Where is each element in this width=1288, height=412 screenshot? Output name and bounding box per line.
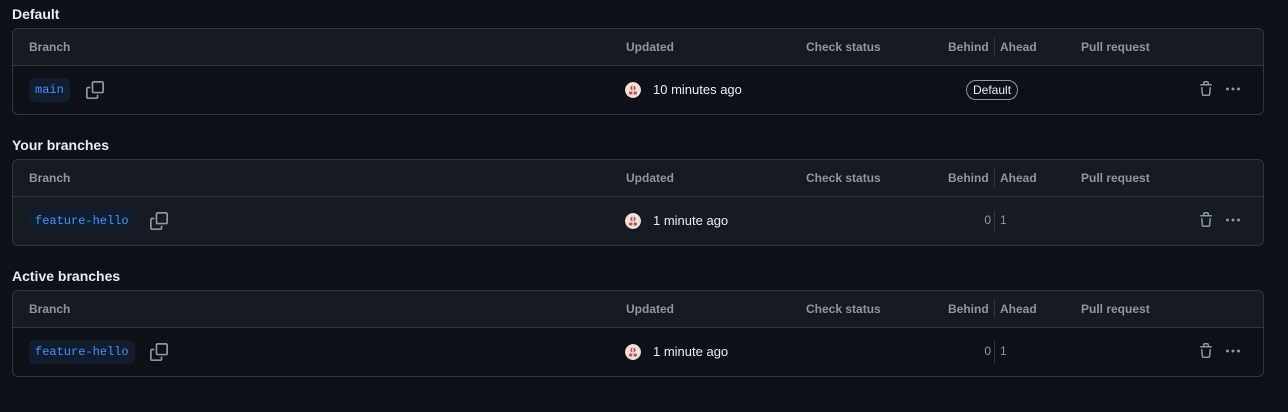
column-updated: Updated [626,171,674,185]
ahead-count: 1 [1000,344,1007,358]
table-row: feature-hello 1 minute ago 0 1 [13,328,1263,376]
copy-icon[interactable] [150,343,168,361]
branch-name-link[interactable]: feature-hello [29,340,135,364]
section-title: Default [12,6,60,22]
section-title: Your branches [12,137,109,153]
branch-name-link[interactable]: main [29,78,70,102]
kebab-horizontal-icon[interactable] [1224,343,1242,359]
user-avatar[interactable] [625,213,641,229]
behind-count: 0 [984,344,991,358]
updated-time: 1 minute ago [653,344,729,359]
column-updated: Updated [626,302,674,316]
column-behind: Behind [948,171,989,185]
table-header: Branch Updated Check status Behind Ahead… [13,291,1263,328]
table-row: main 10 minutes ago Default [13,66,1263,114]
user-avatar[interactable] [625,344,641,360]
behind-ahead-divider [994,210,995,232]
default-badge: Default [966,80,1019,100]
trash-icon[interactable] [1198,343,1214,359]
kebab-horizontal-icon[interactable] [1224,81,1242,97]
branch-table: Branch Updated Check status Behind Ahead… [12,159,1264,246]
column-branch: Branch [29,302,71,316]
section-title: Active branches [12,268,121,284]
column-pull-request: Pull request [1081,302,1150,316]
table-row: feature-hello 1 minute ago 0 1 [13,197,1263,245]
column-ahead: Ahead [1000,171,1037,185]
column-ahead: Ahead [1000,302,1037,316]
trash-icon[interactable] [1198,81,1214,97]
column-check-status: Check status [806,40,881,54]
column-branch: Branch [29,40,71,54]
column-updated: Updated [626,40,674,54]
branch-table: Branch Updated Check status Behind Ahead… [12,28,1264,115]
kebab-horizontal-icon[interactable] [1224,212,1242,228]
column-pull-request: Pull request [1081,171,1150,185]
copy-icon[interactable] [86,81,104,99]
branch-table: Branch Updated Check status Behind Ahead… [12,290,1264,377]
copy-icon[interactable] [150,212,168,230]
behind-ahead-divider [994,169,995,187]
behind-ahead-divider [994,300,995,318]
column-behind: Behind [948,40,989,54]
column-behind: Behind [948,302,989,316]
table-header: Branch Updated Check status Behind Ahead… [13,160,1263,197]
ahead-count: 1 [1000,213,1007,227]
column-ahead: Ahead [1000,40,1037,54]
column-check-status: Check status [806,302,881,316]
column-check-status: Check status [806,171,881,185]
behind-ahead-divider [994,38,995,56]
branch-name-link[interactable]: feature-hello [29,209,135,233]
column-pull-request: Pull request [1081,40,1150,54]
trash-icon[interactable] [1198,212,1214,228]
updated-time: 10 minutes ago [653,82,742,97]
behind-ahead-divider [994,341,995,363]
column-branch: Branch [29,171,71,185]
user-avatar[interactable] [625,82,641,98]
table-header: Branch Updated Check status Behind Ahead… [13,29,1263,66]
behind-count: 0 [984,213,991,227]
updated-time: 1 minute ago [653,213,729,228]
